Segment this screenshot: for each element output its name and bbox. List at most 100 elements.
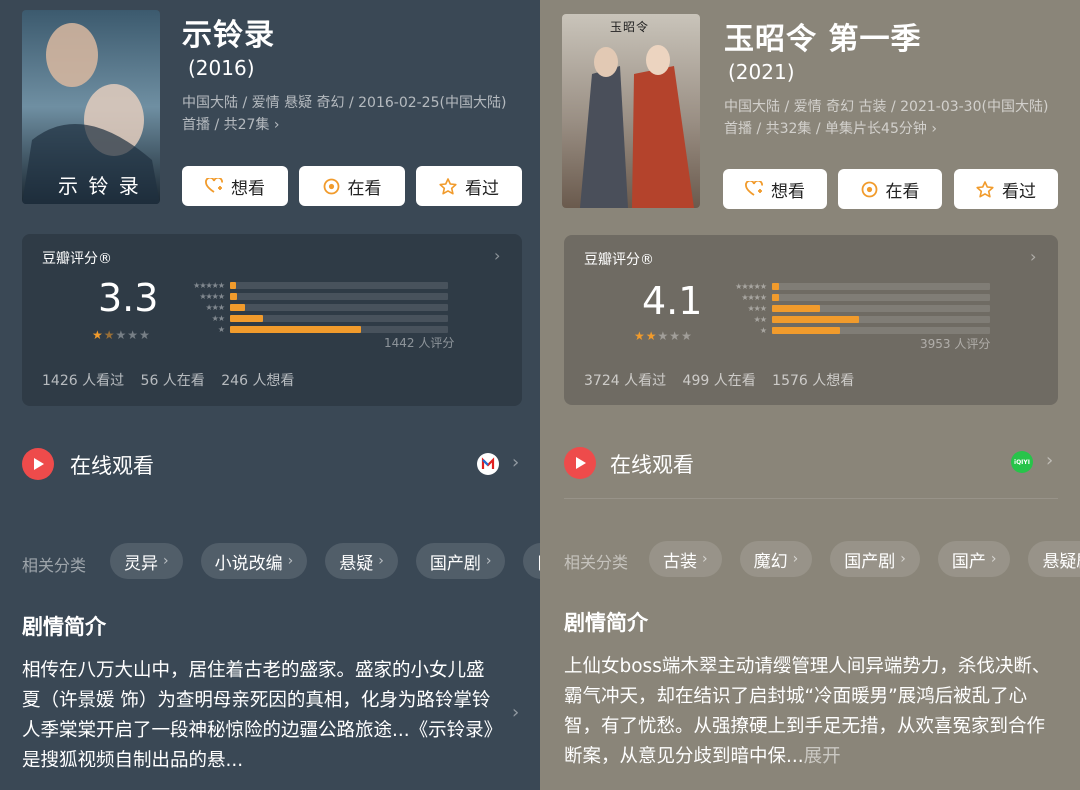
rating-label: 豆瓣评分® (42, 251, 112, 267)
star-rating: ★★★★★ (634, 329, 693, 343)
chevron-right-icon: › (990, 551, 997, 567)
tag-chip[interactable]: 小说改编 › (200, 543, 308, 579)
rating-bar-track (230, 304, 448, 311)
synopsis-title: 剧情简介 (564, 611, 648, 635)
rating-row-stars: ★★★ (747, 304, 767, 313)
want-to-watch-button[interactable]: 想看 (723, 169, 827, 209)
right-panel: 玉昭令 玉昭令 第一季 (2021) 中国大陆 / 爱情 奇幻 古装 / 202… (540, 0, 1080, 790)
movie-meta[interactable]: 中国大陆 / 爱情 悬疑 奇幻 / 2016-02-25(中国大陆) 首播 / … (182, 92, 522, 136)
rating-distribution: ★★★★★ ★★★★ ★★★ ★★ ★ (182, 280, 448, 335)
rating-star-icon: ★ (634, 329, 646, 343)
synopsis-title: 剧情简介 (22, 615, 106, 639)
chevron-right-icon: › (792, 551, 799, 567)
movie-meta[interactable]: 中国大陆 / 爱情 奇幻 古装 / 2021-03-30(中国大陆) 首播 / … (724, 96, 1064, 140)
tag-label: 古装 (663, 551, 697, 572)
watched-label: 看过 (1002, 181, 1036, 202)
want-label: 想看 (771, 181, 805, 202)
watched-label: 看过 (465, 178, 499, 199)
rating-row-stars: ★★ (753, 315, 767, 324)
chevron-right-icon[interactable]: › (512, 452, 519, 473)
star-icon (976, 180, 994, 198)
heart-plus-icon (205, 178, 223, 194)
tag-label: 小说改编 (214, 553, 283, 574)
movie-title: 玉昭令 第一季 (724, 22, 922, 57)
want-count: 246 人想看 (221, 373, 295, 389)
rating-star-icon: ★ (103, 328, 116, 342)
watching-button[interactable]: 在看 (838, 169, 942, 209)
iqiyi-icon[interactable]: iQIYI (1011, 451, 1033, 473)
watching-label: 在看 (347, 178, 382, 199)
rating-row-stars: ★★★★ (741, 293, 767, 302)
rating-row: ★★ (182, 313, 448, 324)
rating-bar-track (772, 294, 990, 301)
play-icon[interactable] (22, 448, 54, 480)
target-icon (861, 181, 878, 198)
watched-button[interactable]: 看过 (416, 166, 522, 206)
synopsis-text[interactable]: 上仙女boss端木翠主动请缨管理人间异端势力，杀伐决断、霸气冲天，却在结识了启封… (564, 652, 1060, 772)
expand-link[interactable]: 展开 (804, 746, 841, 767)
chevron-right-icon[interactable]: › (512, 702, 519, 723)
star-icon (439, 177, 457, 195)
rating-card[interactable]: 豆瓣评分® › 3.3 ★★★★★ ★★★★★ ★★★★ ★★★ ★★ ★ 1442 人… (22, 234, 522, 406)
movie-year: (2021) (728, 60, 795, 84)
online-watch-label[interactable]: 在线观看 (70, 450, 154, 480)
tag-chip[interactable]: 古装 › (649, 541, 722, 577)
chevron-right-icon: › (378, 553, 384, 569)
rating-distribution: ★★★★★ ★★★★ ★★★ ★★ ★ (724, 281, 990, 336)
tag-chip[interactable]: 悬疑剧› (1028, 541, 1080, 577)
rating-star-icon: ★ (127, 328, 140, 342)
rating-bar (772, 294, 779, 301)
rating-bar-track (772, 316, 990, 323)
watched-count: 1426 人看过 (42, 373, 125, 389)
rating-bar-track (772, 327, 990, 334)
rating-row: ★★★★ (724, 292, 990, 303)
online-watch-label[interactable]: 在线观看 (610, 449, 694, 479)
chevron-right-icon[interactable]: › (1046, 450, 1053, 471)
rating-row: ★★★ (724, 303, 990, 314)
rating-row-stars: ★ (759, 326, 767, 335)
rating-label: 豆瓣评分® (584, 252, 654, 268)
tags-list: 古装›魔幻›国产剧›国产›悬疑剧› (649, 541, 1080, 577)
chevron-right-icon: › (702, 551, 708, 567)
watching-button[interactable]: 在看 (299, 166, 405, 206)
rating-stats: 1426 人看过 56 人在看 246 人想看 (42, 370, 306, 390)
rating-row: ★★★★★ (724, 281, 990, 292)
tag-label: 魔幻 (753, 551, 788, 572)
tag-chip[interactable]: 魔幻 › (739, 541, 813, 577)
tag-chip[interactable]: 灵异 › (110, 543, 183, 579)
rating-row: ★★ (724, 314, 990, 325)
chevron-right-icon: › (494, 246, 501, 265)
divider (564, 498, 1058, 499)
tags-label: 相关分类 (564, 553, 629, 572)
rating-bar (772, 305, 820, 312)
rating-bar-track (230, 326, 448, 333)
rating-bar-track (230, 293, 448, 300)
tag-chip[interactable]: 网› (523, 543, 540, 579)
tag-label: 悬疑剧 (1042, 551, 1080, 572)
rating-stats: 3724 人看过 499 人在看 1576 人想看 (584, 370, 866, 390)
rating-score: 3.3 (98, 276, 159, 320)
rating-row-stars: ★★★★★ (735, 282, 767, 291)
want-to-watch-button[interactable]: 想看 (182, 166, 288, 206)
tag-chip[interactable]: 国产剧 › (830, 541, 920, 577)
want-label: 想看 (231, 178, 265, 199)
rating-row-stars: ★★★★ (199, 292, 225, 301)
watched-button[interactable]: 看过 (954, 169, 1058, 209)
sohu-icon[interactable] (477, 453, 499, 475)
rating-card[interactable]: 豆瓣评分® › 4.1 ★★★★★ ★★★★★ ★★★★ ★★★ ★★ ★ 3953 人… (564, 235, 1058, 405)
poster-image[interactable]: 玉昭令 (562, 14, 700, 208)
rating-bar (230, 326, 361, 333)
rating-row: ★★★★★ (182, 280, 448, 291)
rating-bar (230, 282, 236, 289)
rating-star-icon: ★ (657, 329, 670, 343)
tag-chip[interactable]: 悬疑 › (325, 543, 398, 579)
synopsis-text[interactable]: 相传在八万大山中，居住着古老的盛家。盛家的小女儿盛夏（许景媛 饰）为查明母亲死因… (22, 656, 496, 776)
chevron-right-icon: › (1030, 247, 1037, 266)
poster-image[interactable]: 示 铃 录 (22, 10, 160, 204)
watching-count: 499 人在看 (682, 373, 756, 389)
tag-label: 悬疑 (339, 553, 374, 574)
tag-chip[interactable]: 国产剧 › (415, 543, 506, 579)
play-icon[interactable] (564, 447, 596, 479)
watched-count: 3724 人看过 (584, 373, 667, 389)
tag-chip[interactable]: 国产 › (937, 541, 1011, 577)
